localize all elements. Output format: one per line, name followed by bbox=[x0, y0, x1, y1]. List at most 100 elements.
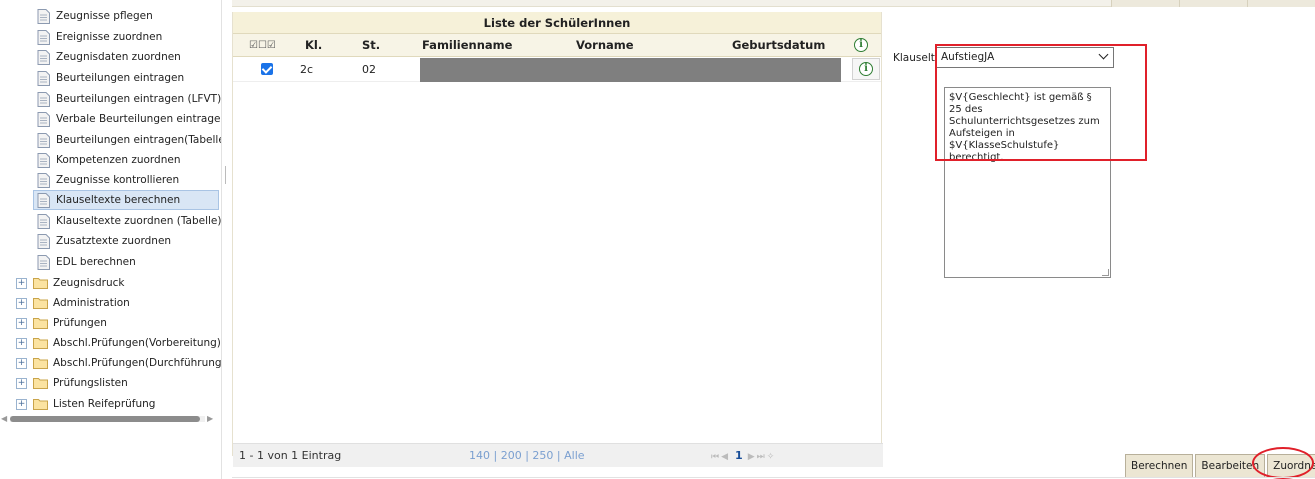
document-icon bbox=[37, 213, 50, 229]
tree-folder-label: Administration bbox=[53, 297, 130, 309]
column-header-familienname[interactable]: Familienname bbox=[422, 34, 512, 57]
tree-item-zeugnisse-pflegen[interactable]: Zeugnisse pflegen bbox=[37, 6, 153, 26]
folder-icon bbox=[33, 318, 48, 329]
tree-item-zusatztexte-zuordnen[interactable]: Zusatztexte zuordnen bbox=[37, 231, 171, 251]
expand-plus-icon[interactable]: + bbox=[16, 377, 27, 389]
grid-title: Liste der SchülerInnen bbox=[233, 12, 881, 34]
tree-item-beurteilungen-eintragen-lfvt[interactable]: Beurteilungen eintragen (LFVT) bbox=[37, 89, 221, 109]
row-checkbox[interactable] bbox=[261, 63, 273, 75]
document-icon bbox=[37, 152, 50, 168]
panel-splitter[interactable] bbox=[225, 166, 227, 184]
resize-grip-icon[interactable] bbox=[1102, 269, 1109, 276]
refresh-icon[interactable]: ✧ bbox=[767, 452, 777, 462]
cell-klasse: 2c bbox=[300, 63, 314, 76]
page-size-options: 140 | 200 | 250 | Alle bbox=[469, 449, 585, 462]
column-header-geburtsdatum[interactable]: Geburtsdatum bbox=[732, 34, 825, 57]
page-size-all[interactable]: Alle bbox=[564, 449, 584, 462]
tree-item-label: EDL berechnen bbox=[56, 256, 136, 268]
tree-item-label: Zeugnisse pflegen bbox=[56, 10, 153, 22]
navigation-tree: Zeugnisse pflegen Ereignisse zuordnen Ze… bbox=[0, 0, 222, 479]
document-icon bbox=[37, 172, 50, 188]
tree-item-zeugnisdaten-zuordnen[interactable]: Zeugnisdaten zuordnen bbox=[37, 47, 181, 67]
tree-item-zeugnisse-kontrollieren[interactable]: Zeugnisse kontrollieren bbox=[37, 170, 179, 190]
expand-plus-icon[interactable]: + bbox=[16, 297, 27, 309]
tree-folder-abschl-pruefungen-durchfuehrung[interactable]: + Abschl.Prüfungen(Durchführung) bbox=[16, 353, 221, 373]
student-list-grid: Liste der SchülerInnen ☑☐☑ Kl. St. Famil… bbox=[232, 12, 883, 467]
table-row[interactable]: 2c 02 i bbox=[233, 57, 881, 82]
pager-count: 1 - 1 von 1 Eintrag bbox=[239, 449, 342, 462]
page-size-200[interactable]: 200 bbox=[501, 449, 522, 462]
tree-folder-label: Prüfungslisten bbox=[53, 377, 128, 389]
main-panel: Liste der SchülerInnen ☑☐☑ Kl. St. Famil… bbox=[232, 0, 1315, 479]
tree-item-kompetenzen-zuordnen[interactable]: Kompetenzen zuordnen bbox=[37, 150, 181, 170]
folder-icon bbox=[33, 399, 48, 410]
tree-item-label: Zeugnisse kontrollieren bbox=[56, 174, 180, 186]
tree-folder-label: Zeugnisdruck bbox=[53, 277, 125, 289]
document-icon bbox=[37, 233, 50, 249]
tree-item-klauseltexte-berechnen[interactable]: Klauseltexte berechnen bbox=[33, 190, 219, 210]
expand-plus-icon[interactable]: + bbox=[16, 317, 27, 329]
tree-folder-abschl-pruefungen-vorbereitung[interactable]: + Abschl.Prüfungen(Vorbereitung) bbox=[16, 333, 221, 353]
folder-icon bbox=[33, 298, 48, 309]
berechnen-button[interactable]: Berechnen bbox=[1125, 454, 1194, 478]
annotation-highlight-ellipse bbox=[1252, 447, 1314, 479]
tree-item-label: Beurteilungen eintragen (LFVT) bbox=[56, 93, 222, 105]
scroll-right-icon[interactable]: ▶ bbox=[207, 414, 213, 423]
folder-icon bbox=[33, 358, 48, 369]
info-icon: i bbox=[855, 60, 877, 78]
expand-plus-icon[interactable]: + bbox=[16, 277, 27, 289]
tree-folder-administration[interactable]: + Administration bbox=[16, 293, 130, 313]
tree-item-label: Klauseltexte berechnen bbox=[56, 194, 181, 206]
column-header-klasse[interactable]: Kl. bbox=[305, 34, 322, 57]
tree-item-label: Zeugnisdaten zuordnen bbox=[56, 51, 181, 63]
document-icon bbox=[37, 192, 50, 208]
tree-folder-listen-reifepruefung[interactable]: + Listen Reifeprüfung bbox=[16, 394, 155, 414]
grid-header-row: ☑☐☑ Kl. St. Familienname Vorname Geburts… bbox=[233, 34, 881, 57]
tree-item-edl-berechnen[interactable]: EDL berechnen bbox=[37, 252, 136, 272]
tree-folder-pruefungslisten[interactable]: + Prüfungslisten bbox=[16, 373, 128, 393]
redacted-name-cells bbox=[420, 58, 841, 82]
column-header-vorname[interactable]: Vorname bbox=[576, 34, 634, 57]
top-tab[interactable] bbox=[1111, 0, 1179, 7]
page-size-250[interactable]: 250 bbox=[532, 449, 553, 462]
expand-plus-icon[interactable]: + bbox=[16, 398, 27, 410]
column-header-stufe[interactable]: St. bbox=[362, 34, 380, 57]
prev-page-icon[interactable]: ◀ bbox=[721, 452, 730, 462]
folder-icon bbox=[33, 378, 48, 389]
info-icon[interactable]: i bbox=[850, 36, 872, 54]
tree-item-label: Beurteilungen eintragen bbox=[56, 72, 185, 84]
tree-folder-label: Prüfungen bbox=[53, 317, 107, 329]
tree-item-ereignisse-zuordnen[interactable]: Ereignisse zuordnen bbox=[37, 27, 162, 47]
tree-folder-pruefungen[interactable]: + Prüfungen bbox=[16, 313, 107, 333]
tree-item-label: Zusatztexte zuordnen bbox=[56, 235, 172, 247]
select-all-checkboxes-icon[interactable]: ☑☐☑ bbox=[249, 34, 276, 57]
expand-plus-icon[interactable]: + bbox=[16, 337, 27, 349]
document-icon bbox=[37, 132, 50, 148]
tree-item-verbale-beurteilungen[interactable]: Verbale Beurteilungen eintragen bbox=[37, 109, 221, 129]
page-navigation: ⏮◀ 1 ▶⏭✧ bbox=[711, 444, 776, 469]
document-icon bbox=[37, 8, 50, 24]
scroll-left-icon[interactable]: ◀ bbox=[1, 414, 7, 423]
top-tab[interactable] bbox=[1179, 0, 1247, 7]
bottom-divider bbox=[232, 477, 1315, 478]
last-page-icon[interactable]: ⏭ bbox=[757, 452, 767, 462]
tree-item-label: Ereignisse zuordnen bbox=[56, 31, 163, 43]
document-icon bbox=[37, 111, 50, 127]
tree-item-label: Klauseltexte zuordnen (Tabelle) bbox=[56, 215, 222, 227]
top-tabs bbox=[1111, 0, 1315, 7]
document-icon bbox=[37, 254, 50, 270]
tree-item-beurteilungen-eintragen[interactable]: Beurteilungen eintragen bbox=[37, 68, 184, 88]
tree-folder-zeugnisdruck[interactable]: + Zeugnisdruck bbox=[16, 273, 125, 293]
page-size-140[interactable]: 140 bbox=[469, 449, 490, 462]
row-info-button[interactable]: i bbox=[852, 58, 880, 80]
annotation-highlight-box bbox=[935, 44, 1147, 161]
tree-item-beurteilungen-tabelle[interactable]: Beurteilungen eintragen(Tabelle) bbox=[37, 130, 221, 150]
expand-plus-icon[interactable]: + bbox=[16, 357, 27, 369]
tree-item-klauseltexte-zuordnen-tabelle[interactable]: Klauseltexte zuordnen (Tabelle) bbox=[37, 211, 221, 231]
current-page[interactable]: 1 bbox=[735, 449, 743, 462]
first-page-icon[interactable]: ⏮ bbox=[711, 452, 721, 462]
sidebar-horizontal-scrollbar[interactable]: ◀ ▶ bbox=[0, 414, 218, 424]
next-page-icon[interactable]: ▶ bbox=[748, 452, 757, 462]
top-tab[interactable] bbox=[1247, 0, 1315, 7]
scrollbar-thumb[interactable] bbox=[10, 416, 200, 422]
